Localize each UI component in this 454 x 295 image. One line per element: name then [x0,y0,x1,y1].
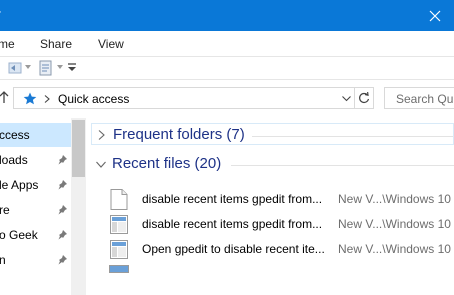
image-file-icon [110,215,128,234]
file-location: New V...\Windows 10 [338,192,451,206]
image-file-icon [110,240,128,259]
quick-access-toolbar [0,57,454,80]
recent-file-row[interactable]: disable recent items gpedit from... New … [108,212,454,236]
tab-home[interactable]: me [0,37,15,51]
tab-view[interactable]: View [98,37,124,51]
nav-item-quick-access[interactable]: ccess [0,123,71,147]
nav-scrollbar[interactable] [71,118,86,295]
ribbon-tabs: me Share View [0,31,454,57]
scrollbar-thumb[interactable] [72,120,85,177]
pin-icon[interactable] [57,179,68,190]
nav-item-apps[interactable]: le Apps [0,173,71,197]
up-arrow-icon[interactable] [0,91,9,103]
close-icon [429,10,441,21]
partial-file-icon [109,265,129,273]
undo-icon[interactable] [6,61,24,75]
pin-icon[interactable] [57,154,68,165]
file-name: disable recent items gpedit from... [142,217,323,231]
address-row: Quick access Search Qui [0,84,454,112]
recent-file-row[interactable]: disable recent items gpedit from... New … [108,187,454,211]
group-divider [252,136,453,137]
title-bar: r [0,0,454,31]
chevron-down-icon[interactable] [57,64,63,70]
address-bar[interactable]: Quick access [13,87,374,109]
nav-item-label: n [0,253,6,267]
nav-item-n[interactable]: n [0,248,71,272]
search-placeholder: Search Qui [396,92,454,106]
group-label: Frequent folders (7) [113,126,245,143]
chevron-down-icon[interactable] [342,96,351,102]
nav-item-re[interactable]: re [0,198,71,222]
customize-toolbar-icon[interactable] [68,63,76,73]
content-pane: Frequent folders (7) Recent files (20) d… [86,118,454,295]
search-input[interactable]: Search Qui [384,87,454,109]
group-frequent-folders[interactable]: Frequent folders (7) [91,123,454,145]
window-title: r [0,7,1,21]
file-location: New V...\Windows 10 [338,217,451,231]
quick-access-star-icon [23,92,37,105]
nav-item-label: re [0,203,10,217]
tab-share[interactable]: Share [40,37,72,51]
nav-item-geek[interactable]: o Geek [0,223,71,247]
image-file-icon [110,189,128,210]
address-path: Quick access [58,92,130,106]
close-button[interactable] [416,0,454,31]
chevron-down-icon[interactable] [96,161,106,168]
file-name: Open gpedit to disable recent ite... [142,242,325,256]
group-label: Recent files (20) [112,155,222,172]
file-location: New V...\Windows 10 [338,242,451,256]
pin-icon[interactable] [57,254,68,265]
chevron-down-icon[interactable] [25,64,31,70]
group-recent-files[interactable]: Recent files (20) [91,153,454,175]
nav-item-label: ccess [0,128,30,142]
nav-item-downloads[interactable]: loads [0,148,71,172]
chevron-right-icon[interactable] [44,95,50,103]
recent-file-row[interactable]: Open gpedit to disable recent ite... New… [108,237,454,261]
nav-item-label: le Apps [0,178,39,192]
chevron-right-icon[interactable] [98,130,105,140]
properties-icon[interactable] [38,60,56,76]
pin-icon[interactable] [57,204,68,215]
group-divider [231,165,454,166]
nav-item-label: o Geek [0,228,38,242]
file-name: disable recent items gpedit from... [142,192,323,206]
refresh-icon[interactable] [358,92,370,104]
nav-item-label: loads [0,153,28,167]
pin-icon[interactable] [57,229,68,240]
